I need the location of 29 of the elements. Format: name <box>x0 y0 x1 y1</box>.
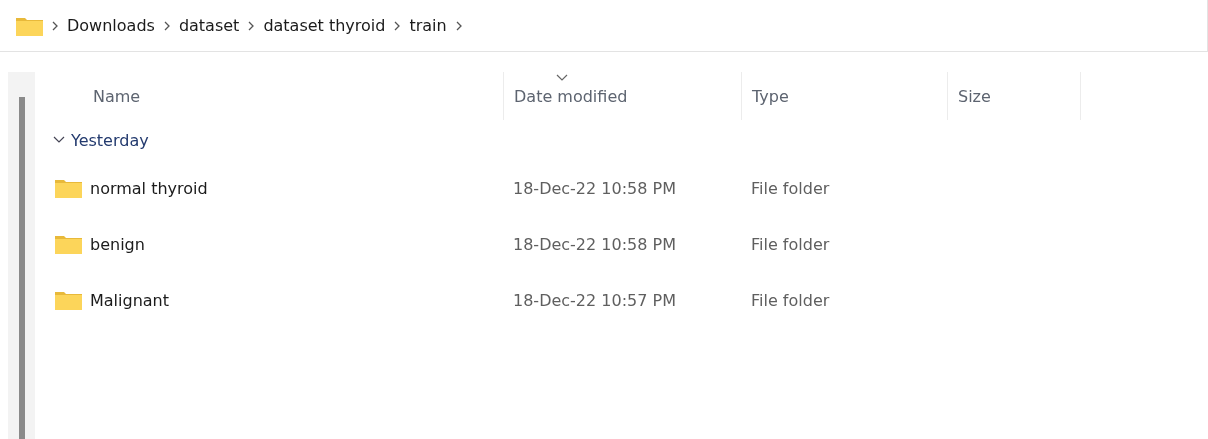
type-cell-text: File folder <box>750 178 831 198</box>
breadcrumb-item[interactable]: dataset thyroid <box>263 16 386 35</box>
chevron-icon <box>162 20 171 31</box>
column-header[interactable]: Date modified <box>503 72 741 120</box>
file-name[interactable]: normal thyroid <box>90 178 208 198</box>
file-name[interactable]: benign <box>90 234 145 254</box>
date-cell-text: 18-Dec-22 10:58 PM <box>512 234 677 254</box>
chevron-icon <box>51 20 59 31</box>
type-cell-text: File folder <box>750 234 831 254</box>
chevron-down-icon <box>53 136 65 144</box>
chevron-icon <box>247 20 256 31</box>
breadcrumb-item[interactable]: dataset <box>178 16 240 35</box>
chevron-icon <box>393 20 402 31</box>
column-header[interactable]: Size <box>947 72 1081 120</box>
date-cell-text: 18-Dec-22 10:58 PM <box>512 178 677 198</box>
folder-icon <box>55 178 82 198</box>
folder-icon <box>55 290 82 310</box>
folder-icon <box>55 234 82 254</box>
column-header[interactable]: Type <box>741 72 947 120</box>
breadcrumb-item[interactable]: Downloads <box>67 16 155 35</box>
scrollbar-thumb[interactable] <box>18 97 25 439</box>
file-name[interactable]: Malignant <box>90 290 169 310</box>
type-cell-text: File folder <box>750 290 831 310</box>
chevron-icon <box>454 20 463 31</box>
folder-icon <box>16 15 43 36</box>
column-header[interactable]: Name <box>53 72 503 120</box>
date-cell-text: 18-Dec-22 10:57 PM <box>512 290 677 310</box>
breadcrumb-item[interactable]: train <box>409 16 447 35</box>
group-header[interactable]: Yesterday <box>53 120 149 160</box>
